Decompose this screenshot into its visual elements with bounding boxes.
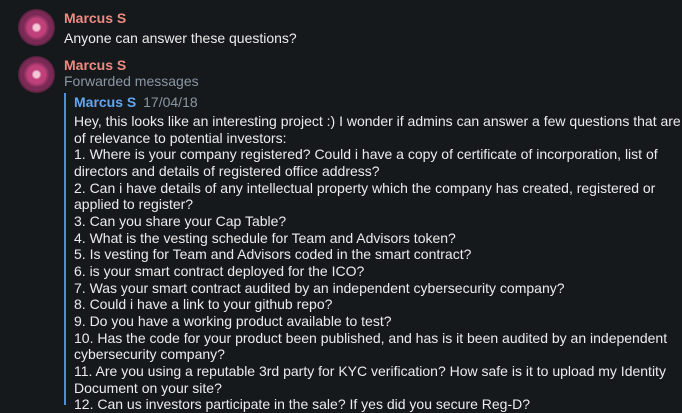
forwarded-text-line: Hey, this looks like an interesting proj… — [74, 113, 681, 129]
forwarded-text-line: of relevance to potential investors: — [74, 129, 287, 146]
message-2[interactable]: Marcus S Forwarded messages Marcus S 17/… — [0, 52, 682, 413]
forwarded-text-line: directors and details of registered offi… — [74, 162, 380, 179]
message-author[interactable]: Marcus S — [64, 10, 126, 26]
forwarded-text-line: 5. Is vesting for Team and Advisors code… — [74, 246, 472, 263]
forwarded-label: Forwarded messages — [64, 73, 199, 89]
forwarded-text-line: applied to register? — [74, 196, 194, 213]
forwarded-text-line: 4. What is the vesting schedule for Team… — [74, 229, 456, 246]
forwarded-quote-bar — [64, 93, 66, 405]
avatar[interactable] — [18, 56, 55, 93]
forwarded-date: 17/04/18 — [143, 94, 198, 110]
forwarded-text-line: 2. Can i have details of any intellectua… — [74, 179, 656, 196]
forwarded-text-line: 7. Was your smart contract audited by an… — [74, 279, 565, 296]
message-author[interactable]: Marcus S — [64, 57, 126, 73]
forwarded-author[interactable]: Marcus S — [74, 94, 136, 110]
forwarded-text-line: 6. is your smart contract deployed for t… — [74, 262, 365, 279]
forwarded-header: Marcus S 17/04/18 — [74, 94, 198, 110]
avatar[interactable] — [18, 9, 55, 46]
forwarded-text-line: 10. Has the code for your product been p… — [74, 329, 668, 346]
forwarded-text-line: 1. Where is your company registered? Cou… — [74, 146, 658, 163]
message-text: Anyone can answer these questions? — [64, 30, 297, 46]
forwarded-text-line: 3. Can you share your Cap Table? — [74, 212, 287, 229]
forwarded-text-line: 8. Could i have a link to your github re… — [74, 296, 333, 313]
forwarded-message-body: Hey, this looks like an interesting proj… — [74, 113, 681, 413]
forwarded-text-line: 9. Do you have a working product availab… — [74, 312, 392, 329]
forwarded-text-line: 11. Are you using a reputable 3rd party … — [74, 362, 666, 379]
message-1[interactable]: Marcus S Anyone can answer these questio… — [0, 0, 682, 52]
forwarded-text-line: 12. Can us investors participate in the … — [74, 396, 531, 413]
forwarded-text-line: Document on your site? — [74, 379, 222, 396]
forwarded-text-line: cybersecurity company? — [74, 346, 225, 363]
